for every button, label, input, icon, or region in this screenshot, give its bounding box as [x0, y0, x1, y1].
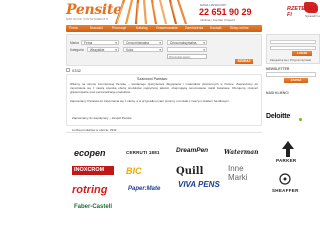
sort-select[interactable]: [167, 47, 207, 52]
login-links[interactable]: Zarejestruj się | Przypomnij hasło: [270, 58, 311, 62]
brand-logo-faber-castell[interactable]: Faber-Castell: [74, 204, 112, 210]
nav-item-zamowienia[interactable]: Zamówienia: [185, 26, 203, 30]
brand-logo-sheaffer[interactable]: SHEAFFER: [272, 188, 299, 193]
brand-logo-parker[interactable]: PARKER: [276, 158, 296, 163]
kolor-select[interactable]: Kolor: [123, 47, 163, 52]
sheaffer-dot-icon: [279, 173, 291, 185]
parker-arrow-icon: [282, 141, 294, 157]
brand-logo-waterman[interactable]: Waterman: [224, 149, 258, 156]
newsletter-subscribe-button[interactable]: ZAPISZ: [284, 78, 308, 83]
nav-item-promocje[interactable]: Promocje: [112, 26, 126, 30]
nav-item-grawerowanie[interactable]: Grawerowanie: [156, 26, 178, 30]
brand-logo-ecopen[interactable]: ecopen: [74, 148, 106, 158]
brand-logo-bic[interactable]: BIC: [126, 166, 142, 176]
deloitte-dot: [299, 118, 302, 121]
brand-logo-quill[interactable]: Quill: [176, 166, 203, 177]
signature: Zapraszamy do współpracy – Zespół Pensit…: [72, 116, 132, 120]
nav-item-firma[interactable]: Firma: [69, 26, 78, 30]
login-button[interactable]: LOGIN: [292, 51, 312, 56]
newsletter-email-input[interactable]: [266, 72, 316, 77]
nav-item-sklep[interactable]: Sklep online: [230, 26, 248, 30]
nav-item-kontakt[interactable]: Kontakt: [210, 26, 222, 30]
kategoria-select[interactable]: Wszystkie: [87, 47, 119, 52]
brand-logo-rotring[interactable]: rotring: [72, 184, 107, 196]
price-max-select[interactable]: Cena maksymalna: [167, 40, 207, 45]
home-icon[interactable]: [66, 68, 70, 72]
breadcrumb: 0332: [72, 68, 81, 73]
client-logo-deloitte: Deloitte: [266, 113, 291, 120]
marka-select[interactable]: Firma: [81, 40, 119, 45]
product-search-panel: Marka Firma Cena minimalna Cena maksymal…: [66, 34, 262, 66]
search-input[interactable]: [167, 54, 207, 59]
newsletter-title: NEWSLETTER: [266, 67, 290, 71]
brand-logo-dreampen[interactable]: DreamPen: [176, 147, 208, 154]
marka-label: Marka: [70, 41, 79, 45]
brand-logo-cerruti[interactable]: CERRUTI 1881: [126, 150, 160, 155]
clients-title: NASI KLIENCI: [266, 91, 289, 95]
logo-tagline: SZKICNIK INSTRUMENTS: [66, 17, 109, 21]
login-username-field[interactable]: [270, 40, 316, 44]
login-password-field[interactable]: [270, 46, 316, 50]
brand-logo-inne-marki[interactable]: Inne Marki: [228, 164, 252, 182]
phone-links[interactable]: Infolinia | Kontakt | Dojazd: [200, 18, 235, 22]
divider: [66, 132, 262, 133]
main-nav: Firma Nowości Promocje Katalog Grawerowa…: [66, 25, 262, 32]
brand-logo-viva[interactable]: VIVA PENS: [178, 180, 220, 189]
brand-logo-inoxcrom[interactable]: INOXCROM: [74, 167, 104, 173]
badge-subtitle: Sprawdź to: [305, 14, 320, 18]
intro-paragraph: Witamy na stronie internetowej Pensite –…: [70, 82, 258, 94]
pens-banner-image: [114, 0, 188, 24]
nav-item-katalog[interactable]: Katalog: [136, 26, 148, 30]
search-button[interactable]: SZUKAJ: [235, 59, 253, 64]
contact-paragraph: Zapraszamy Państwa do zapoznania się z o…: [70, 99, 230, 103]
nav-item-nowosci[interactable]: Nowości: [90, 26, 103, 30]
brand-logo-papermate[interactable]: Paper:Mate: [128, 186, 160, 192]
greeting-heading: Szanowni Państwo: [137, 77, 168, 81]
price-min-select[interactable]: Cena minimalna: [123, 40, 163, 45]
phone-number[interactable]: 22 651 90 29: [199, 7, 252, 17]
kategoria-label: Kategoria: [70, 48, 84, 52]
